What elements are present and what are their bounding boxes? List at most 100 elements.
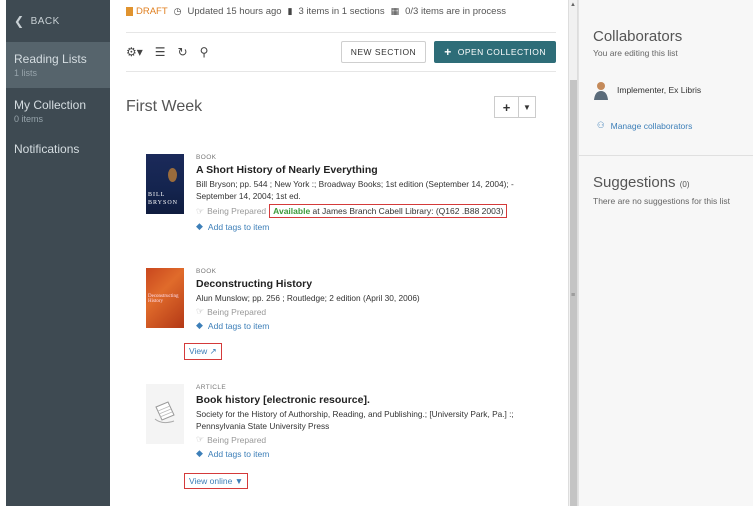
scrollbar[interactable]: ▲ ≡ [568, 0, 578, 506]
sidebar-item-count: 0 items [14, 114, 44, 124]
collaborators-title: Collaborators [593, 28, 683, 45]
new-section-button[interactable]: NEW SECTION [340, 41, 427, 63]
add-tags-link[interactable]: ◆ Add tags to item [196, 448, 536, 459]
citation-line: Society for the History of Authorship, R… [196, 409, 514, 419]
search-icon[interactable]: ⚲ [200, 45, 209, 59]
cover-text: BILL [148, 192, 166, 198]
hand-icon: ☞ [196, 205, 205, 216]
book-cover-image: Deconstructing History [146, 268, 184, 328]
suggestions-label: Suggestions [593, 174, 676, 191]
section-title: First Week [126, 98, 203, 115]
add-item-button[interactable]: + [494, 96, 518, 118]
view-link-box: View ↗ [184, 341, 222, 360]
citation-line: Bill Bryson; pp. 544 ; New York :; Broad… [196, 179, 514, 189]
item-status: Being Prepared [207, 206, 267, 216]
users-icon: ⚇ [597, 120, 605, 130]
hand-icon: ☞ [196, 434, 205, 444]
item-citation: Society for the History of Authorship, R… [196, 408, 536, 432]
clock-icon: ◷ [173, 6, 182, 16]
gear-menu-icon[interactable]: ⚙▾ [126, 45, 143, 59]
item-title[interactable]: Deconstructing History [196, 278, 536, 290]
open-collection-label: OPEN COLLECTION [457, 47, 546, 57]
scroll-up-icon[interactable]: ▲ [570, 2, 576, 8]
editing-note: You are editing this list [593, 48, 678, 58]
availability-location: at James Branch Cabell Library: (Q162 .B… [310, 206, 504, 216]
chevron-left-icon: ❮ [14, 14, 25, 28]
cover-text: BRYSON [148, 200, 179, 206]
item-citation: Bill Bryson; pp. 544 ; New York :; Broad… [196, 178, 536, 202]
progress-icon: ▦ [390, 6, 400, 16]
updated-text: Updated 15 hours ago [187, 6, 282, 17]
citation-line: September 14, 2004; 1st ed. [196, 191, 301, 201]
item-type: BOOK [196, 268, 217, 275]
hand-icon: ☞ [196, 306, 205, 316]
items-sections-text: 3 items in 1 sections [298, 6, 385, 17]
add-tags-label: Add tags to item [207, 448, 270, 459]
external-link-icon: ↗ [209, 346, 217, 356]
view-link[interactable]: View ↗ [184, 343, 222, 360]
item-status: Being Prepared [207, 306, 267, 317]
refresh-icon[interactable]: ↻ [178, 45, 188, 59]
sidebar-item-count: 1 lists [14, 68, 38, 78]
left-sidebar: ❮ BACK Reading Lists 1 lists My Collecti… [6, 0, 110, 506]
sidebar-item-label: Reading Lists [14, 52, 87, 66]
manage-collaborators-link[interactable]: ⚇ Manage collaborators [597, 120, 692, 131]
collaborator-name: Implementer, Ex Libris [617, 85, 702, 95]
tag-icon: ◆ [196, 221, 203, 231]
back-button[interactable]: ❮ BACK [6, 0, 110, 42]
in-process-text: 0/3 items are in process [405, 6, 506, 17]
back-label: BACK [30, 15, 60, 27]
suggestions-title: Suggestions (0) [593, 174, 690, 191]
item-title[interactable]: Book history [electronic resource]. [196, 394, 536, 406]
sidebar-item-reading-lists[interactable]: Reading Lists 1 lists [6, 42, 110, 88]
view-online-box: View online ▼ [184, 471, 249, 489]
chevron-down-icon[interactable]: ▼ [518, 96, 536, 118]
item-citation: Alun Munslow; pp. 256 ; Routledge; 2 edi… [196, 292, 536, 304]
document-icon [154, 401, 175, 424]
divider [579, 155, 753, 156]
user-avatar-icon [594, 82, 608, 100]
availability-status: Available [273, 206, 311, 216]
bookmark-icon [126, 7, 133, 16]
book-icon: ▮ [287, 6, 293, 16]
add-tags-link[interactable]: ◆ Add tags to item [196, 221, 536, 232]
item-status-row: ☞ Being Prepared Available at James Bran… [196, 204, 536, 218]
list-view-icon[interactable]: ☰ [155, 45, 166, 59]
view-online-dropdown[interactable]: View online ▼ [184, 473, 249, 489]
sidebar-item-label: My Collection [14, 98, 87, 112]
list-status-bar: DRAFT ◷ Updated 15 hours ago ▮ 3 items i… [126, 6, 506, 17]
view-online-label: View online [189, 476, 233, 486]
suggestions-count: (0) [679, 180, 690, 189]
view-label: View [189, 346, 208, 356]
availability-box: Available at James Branch Cabell Library… [269, 204, 508, 218]
no-suggestions-text: There are no suggestions for this list [593, 196, 731, 206]
section-add-dropdown[interactable]: + ▼ [494, 96, 536, 118]
sidebar-item-label: Notifications [14, 142, 80, 156]
add-tags-label: Add tags to item [207, 221, 270, 232]
sidebar-item-notifications[interactable]: Notifications [6, 134, 110, 166]
article-thumbnail [146, 384, 184, 444]
item-title[interactable]: A Short History of Nearly Everything [196, 164, 536, 176]
open-collection-button[interactable]: + OPEN COLLECTION [434, 41, 556, 63]
tag-icon: ◆ [196, 320, 203, 330]
plus-icon: + [444, 45, 452, 59]
manage-label: Manage collaborators [610, 120, 693, 131]
citation-line: Pennsylvania State University Press [196, 421, 330, 431]
draft-status: DRAFT [126, 6, 168, 17]
main-content: DRAFT ◷ Updated 15 hours ago ▮ 3 items i… [110, 0, 570, 506]
sidebar-item-my-collection[interactable]: My Collection 0 items [6, 88, 110, 134]
item-status-row: ☞ Being Prepared [196, 434, 536, 445]
item-type: ARTICLE [196, 384, 227, 391]
item-status-row: ☞ Being Prepared [196, 306, 536, 317]
cover-text: Deconstructing History [148, 294, 179, 304]
list-toolbar: ⚙▾ ☰ ↻ ⚲ NEW SECTION + OPEN COLLECTION [126, 32, 556, 72]
citation-line: Alun Munslow; pp. 256 ; Routledge; 2 edi… [196, 293, 420, 303]
tag-icon: ◆ [196, 448, 203, 458]
cover-figure [168, 168, 177, 182]
resize-grip-icon[interactable]: ≡ [571, 292, 575, 299]
draft-label: DRAFT [136, 6, 168, 17]
caret-down-icon: ▼ [234, 476, 244, 486]
item-type: BOOK [196, 154, 217, 161]
add-tags-link[interactable]: ◆ Add tags to item [196, 320, 536, 331]
collaborator-item: Implementer, Ex Libris [593, 80, 701, 100]
